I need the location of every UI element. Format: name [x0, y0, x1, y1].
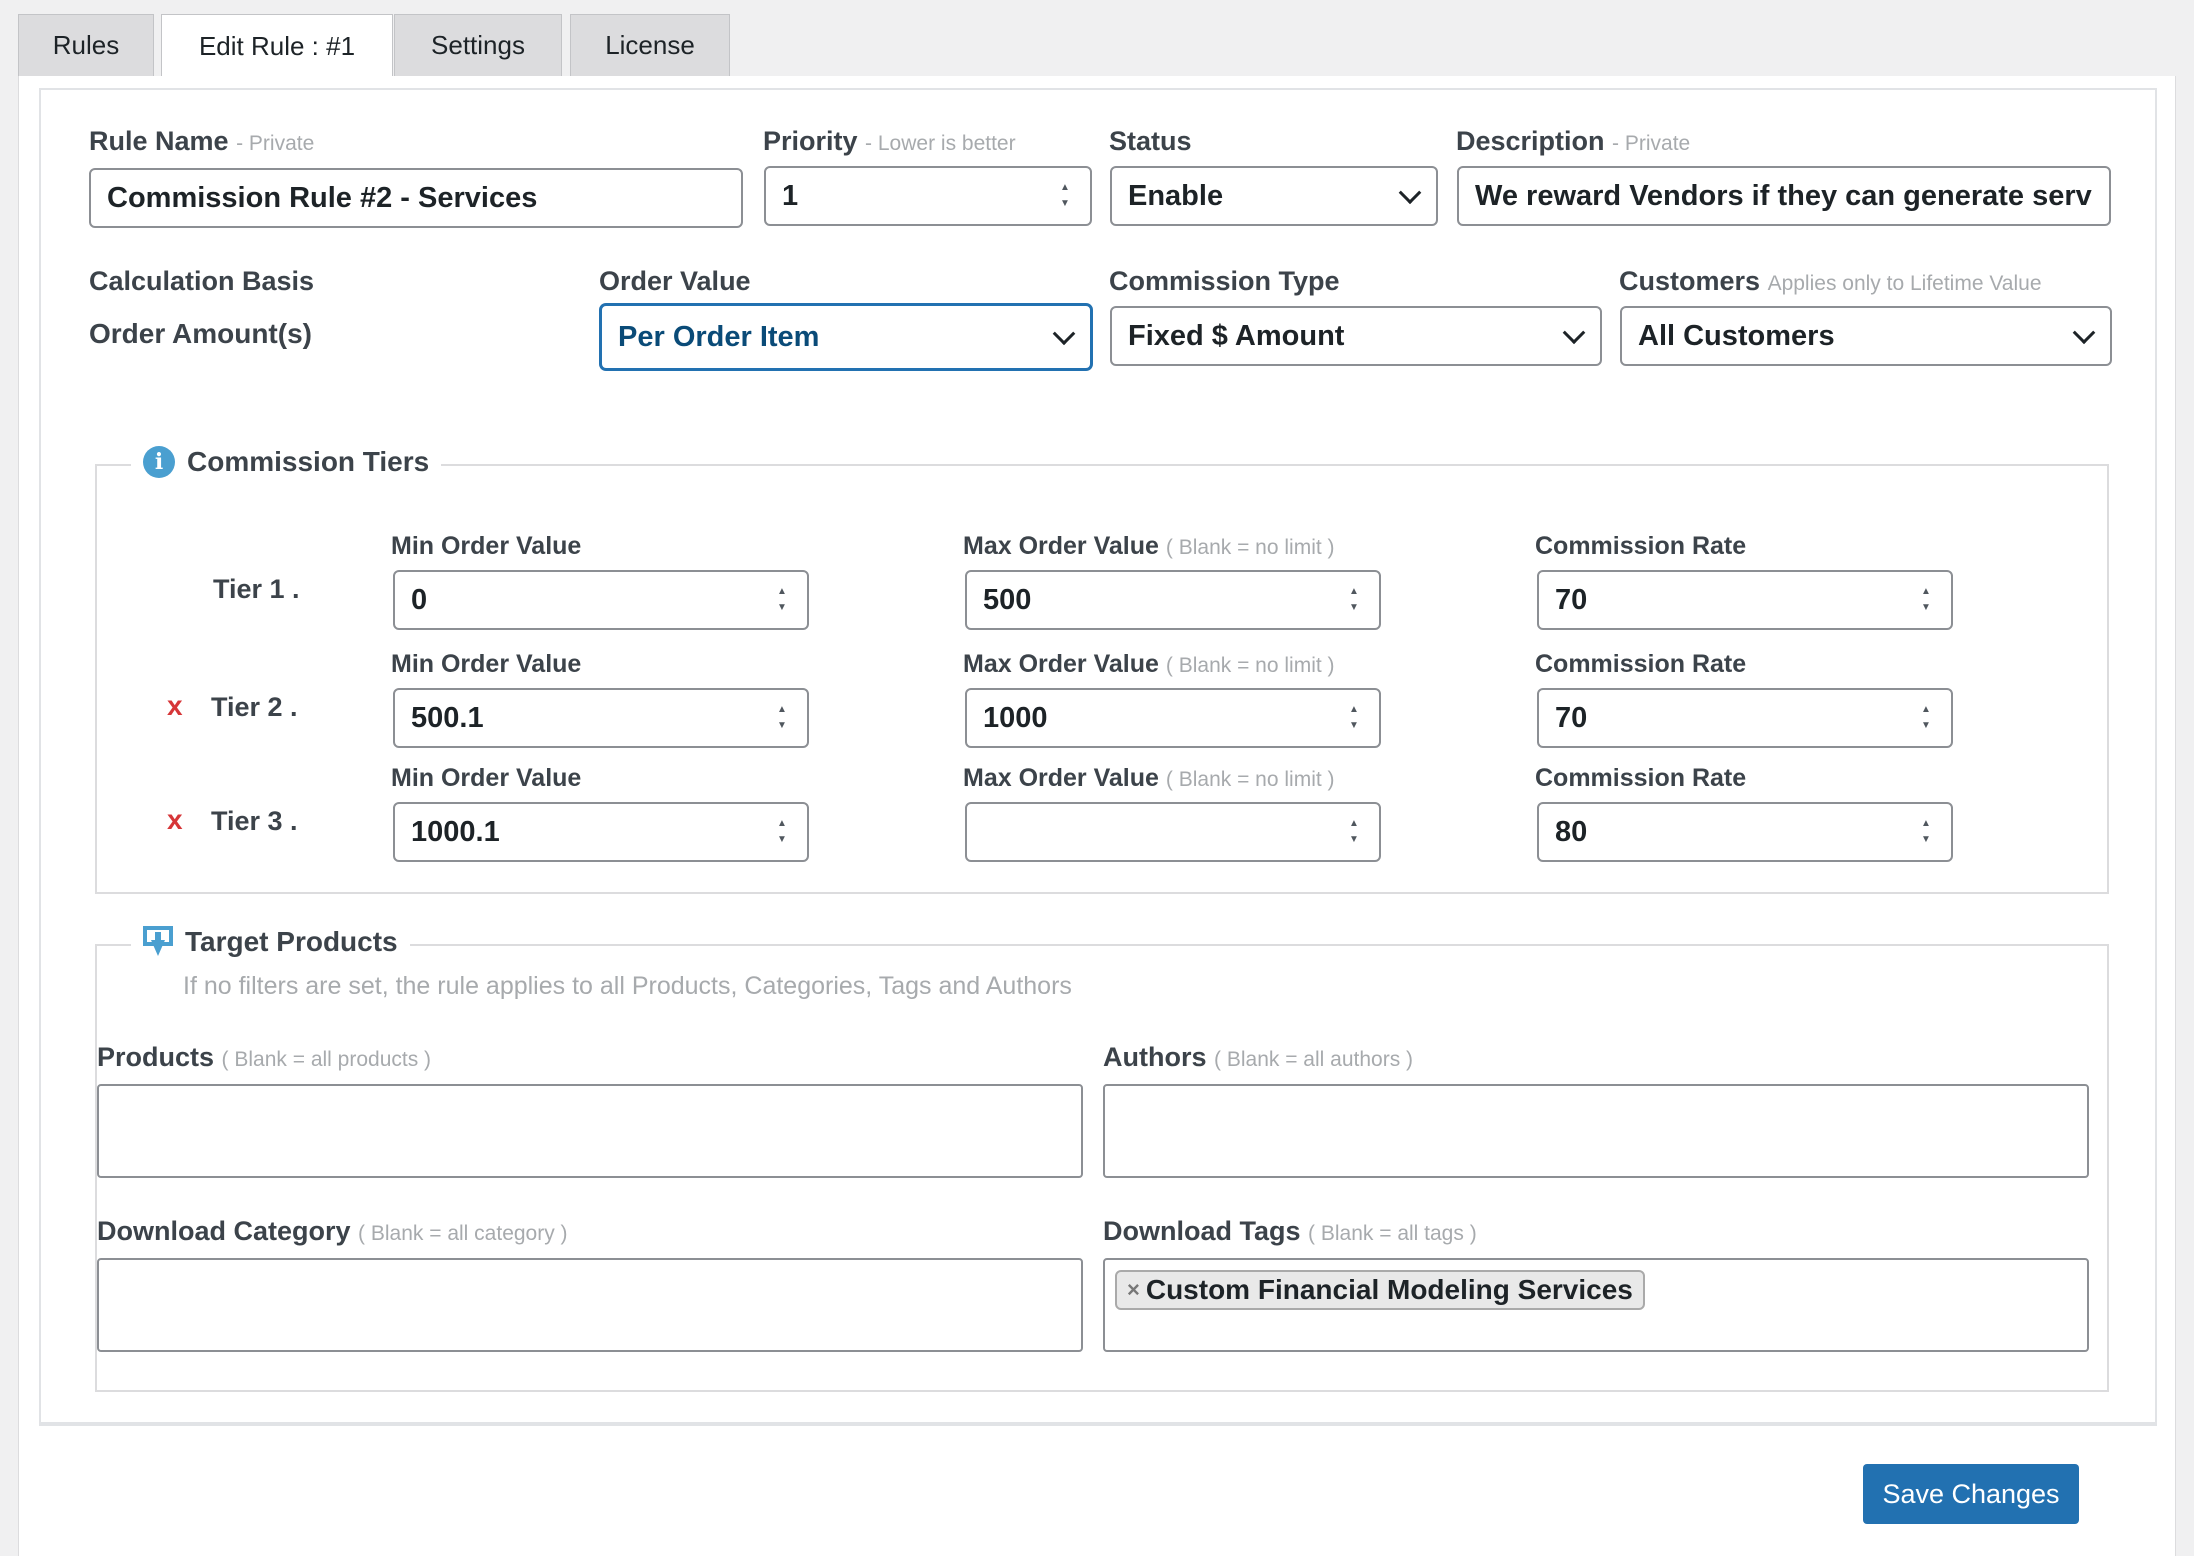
products-label: Products ( Blank = all products )	[97, 1042, 432, 1072]
rule-name-input[interactable]: Commission Rule #2 - Services	[89, 168, 743, 228]
max-order-label: Max Order Value ( Blank = no limit )	[963, 764, 1335, 792]
min-order-label: Min Order Value	[391, 650, 582, 678]
rule-name-label: Rule Name - Private	[89, 126, 315, 156]
info-icon[interactable]: i	[143, 446, 175, 478]
priority-input[interactable]: 1 ▲ ▼	[764, 166, 1092, 226]
commission-tiers-legend: i Commission Tiers	[131, 446, 442, 478]
close-icon[interactable]: ×	[1127, 1277, 1140, 1303]
tier-1-rate-input[interactable]: 70 ▲ ▼	[1537, 570, 1953, 630]
tier-1-max-input[interactable]: 500 ▲ ▼	[965, 570, 1381, 630]
divider	[39, 1424, 2157, 1426]
tier-2-label: Tier 2 .	[211, 692, 298, 722]
tier-2-rate-input[interactable]: 70 ▲ ▼	[1537, 688, 1953, 748]
stepper-icon[interactable]: ▲ ▼	[1347, 587, 1361, 613]
chevron-down-icon	[1562, 321, 1586, 345]
customers-label: Customers Applies only to Lifetime Value	[1619, 266, 2042, 296]
tier-3-min-input[interactable]: 1000.1 ▲ ▼	[393, 802, 809, 862]
stepper-icon[interactable]: ▲ ▼	[775, 587, 789, 613]
tier-3-max-input[interactable]: ▲ ▼	[965, 802, 1381, 862]
chevron-down-icon	[2072, 321, 2096, 345]
min-order-label: Min Order Value	[391, 532, 582, 560]
download-category-multiselect[interactable]	[97, 1258, 1083, 1352]
authors-multiselect[interactable]	[1103, 1084, 2089, 1178]
tab-rules[interactable]: Rules	[18, 14, 154, 76]
chevron-down-icon	[1052, 322, 1076, 346]
download-tags-multiselect[interactable]: × Custom Financial Modeling Services	[1103, 1258, 2089, 1352]
stepper-icon[interactable]: ▲ ▼	[1919, 819, 1933, 845]
commission-type-select[interactable]: Fixed $ Amount	[1110, 306, 1602, 366]
remove-tier-3-button[interactable]: x	[167, 804, 183, 836]
target-note: If no filters are set, the rule applies …	[183, 972, 1072, 1000]
commission-rate-label: Commission Rate	[1535, 532, 1747, 560]
tier-3-rate-input[interactable]: 80 ▲ ▼	[1537, 802, 1953, 862]
max-order-label: Max Order Value ( Blank = no limit )	[963, 650, 1335, 678]
customers-select[interactable]: All Customers	[1620, 306, 2112, 366]
remove-tier-2-button[interactable]: x	[167, 690, 183, 722]
target-icon	[143, 926, 173, 958]
calc-basis-value: Order Amount(s)	[89, 318, 312, 349]
commission-rate-label: Commission Rate	[1535, 650, 1747, 678]
order-value-select[interactable]: Per Order Item	[600, 304, 1092, 370]
order-value-label: Order Value	[599, 266, 751, 296]
tab-edit-rule[interactable]: Edit Rule : #1	[161, 14, 393, 78]
save-changes-button[interactable]: Save Changes	[1863, 1464, 2079, 1524]
description-label: Description - Private	[1456, 126, 1691, 156]
stepper-icon[interactable]: ▲ ▼	[1058, 183, 1072, 209]
stepper-icon[interactable]: ▲ ▼	[1347, 819, 1361, 845]
download-tags-label: Download Tags ( Blank = all tags )	[1103, 1216, 1477, 1246]
tag-chip: × Custom Financial Modeling Services	[1115, 1270, 1645, 1310]
status-label: Status	[1109, 126, 1192, 156]
min-order-label: Min Order Value	[391, 764, 582, 792]
authors-label: Authors ( Blank = all authors )	[1103, 1042, 1414, 1072]
max-order-label: Max Order Value ( Blank = no limit )	[963, 532, 1335, 560]
stepper-icon[interactable]: ▲ ▼	[1919, 587, 1933, 613]
priority-label: Priority - Lower is better	[763, 126, 1016, 156]
commission-rate-label: Commission Rate	[1535, 764, 1747, 792]
target-products-legend: Target Products	[131, 926, 410, 958]
tier-1-label: Tier 1 .	[213, 574, 300, 604]
tier-2-min-input[interactable]: 500.1 ▲ ▼	[393, 688, 809, 748]
stepper-icon[interactable]: ▲ ▼	[775, 705, 789, 731]
tier-3-label: Tier 3 .	[211, 806, 298, 836]
calc-basis-label: Calculation Basis	[89, 266, 315, 296]
commission-type-label: Commission Type	[1109, 266, 1340, 296]
stepper-icon[interactable]: ▲ ▼	[775, 819, 789, 845]
description-input[interactable]: We reward Vendors if they can generate s…	[1457, 166, 2111, 226]
products-multiselect[interactable]	[97, 1084, 1083, 1178]
download-category-label: Download Category ( Blank = all category…	[97, 1216, 568, 1246]
tier-2-max-input[interactable]: 1000 ▲ ▼	[965, 688, 1381, 748]
edit-rule-panel: Rule Name - Private Commission Rule #2 -…	[18, 76, 2176, 1556]
tab-license[interactable]: License	[570, 14, 730, 76]
tab-settings[interactable]: Settings	[394, 14, 562, 76]
stepper-icon[interactable]: ▲ ▼	[1919, 705, 1933, 731]
status-select[interactable]: Enable	[1110, 166, 1438, 226]
tier-1-min-input[interactable]: 0 ▲ ▼	[393, 570, 809, 630]
chevron-down-icon	[1398, 181, 1422, 205]
stepper-icon[interactable]: ▲ ▼	[1347, 705, 1361, 731]
